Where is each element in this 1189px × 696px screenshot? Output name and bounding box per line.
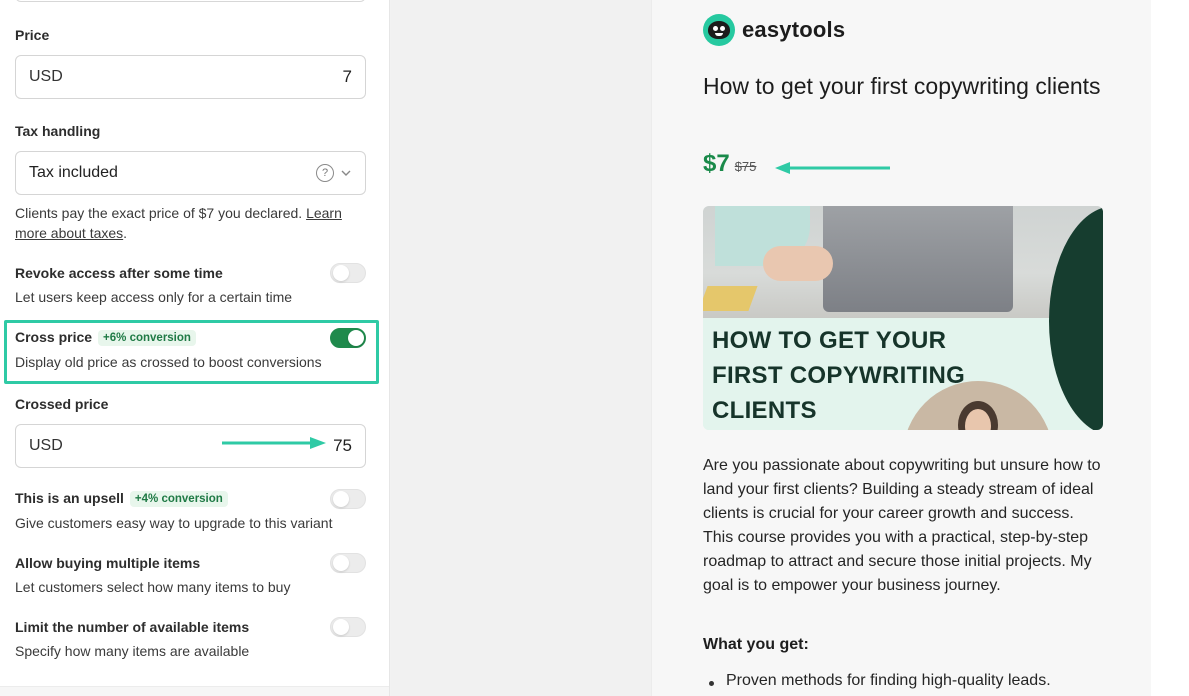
price-amount[interactable]: 7 [343, 67, 352, 87]
question-circle-icon[interactable]: ? [316, 164, 334, 182]
toggle-knob [333, 619, 349, 635]
toggle-knob [333, 265, 349, 281]
tax-handling-label: Tax handling [15, 123, 101, 139]
list-item: Proven methods for finding high-quality … [709, 672, 1051, 690]
crossed-price: $75 [734, 159, 757, 174]
upsell-toggle[interactable] [330, 489, 366, 509]
what-you-get-heading: What you get: [703, 636, 809, 653]
revoke-access-toggle[interactable] [330, 263, 366, 283]
price-row: $7 $75 [703, 150, 756, 178]
cover-title: HOW TO GET YOUR FIRST COPYWRITING CLIENT… [712, 327, 966, 424]
price-label: Price [15, 27, 50, 43]
product-preview: easytools How to get your first copywrit… [651, 0, 1151, 696]
limit-items-label: Limit the number of available items [15, 619, 250, 635]
chevron-down-icon [341, 170, 351, 176]
upsell-label: This is an upsell +4% conversion [15, 490, 228, 507]
product-description: Are you passionate about copywriting but… [703, 457, 1101, 594]
brand: easytools [703, 14, 845, 46]
upsell-description: Give customers easy way to upgrade to th… [15, 515, 333, 531]
conversion-badge: +4% conversion [129, 491, 228, 507]
toggle-knob [333, 555, 349, 571]
cross-price-toggle[interactable] [330, 328, 366, 348]
limit-items-description: Specify how many items are available [15, 643, 250, 659]
crossed-price-label: Crossed price [15, 396, 109, 412]
crossed-price-currency: USD [29, 437, 63, 454]
price-currency: USD [29, 68, 63, 85]
conversion-badge: +6% conversion [98, 330, 196, 346]
current-price: $7 [703, 150, 730, 177]
tax-description: Clients pay the exact price of $7 you de… [15, 205, 342, 241]
tax-handling-value: Tax included [29, 164, 118, 181]
canvas-gap [391, 0, 651, 696]
revoke-access-description: Let users keep access only for a certain… [15, 289, 293, 305]
toggle-knob [333, 491, 349, 507]
brand-name: easytools [742, 17, 846, 42]
panel-footer [0, 686, 389, 696]
tax-handling-select[interactable]: Tax included ? [15, 151, 366, 195]
multiple-items-label: Allow buying multiple items [15, 555, 201, 571]
bullet-icon [709, 681, 714, 686]
toggle-knob [348, 330, 364, 346]
price-input[interactable]: USD 7 [15, 55, 366, 99]
multiple-items-description: Let customers select how many items to b… [15, 579, 291, 595]
arrow-annotation-icon [222, 437, 326, 449]
cross-price-label: Cross price +6% conversion [15, 329, 196, 346]
product-title: How to get your first copywriting client… [703, 73, 1101, 99]
crossed-price-amount[interactable]: 75 [333, 436, 352, 456]
easytools-logo-icon [703, 14, 735, 46]
previous-field[interactable] [15, 0, 366, 2]
arrow-annotation-icon [775, 162, 890, 174]
product-cover-image: HOW TO GET YOUR FIRST COPYWRITING CLIENT… [703, 206, 1103, 430]
laptop-image [823, 206, 1013, 312]
cross-price-description: Display old price as crossed to boost co… [15, 354, 322, 370]
settings-panel: Price USD 7 Tax handling Tax included ? … [0, 0, 390, 696]
page-margin [1151, 0, 1189, 696]
multiple-items-toggle[interactable] [330, 553, 366, 573]
revoke-access-label: Revoke access after some time [15, 265, 223, 281]
limit-items-toggle[interactable] [330, 617, 366, 637]
